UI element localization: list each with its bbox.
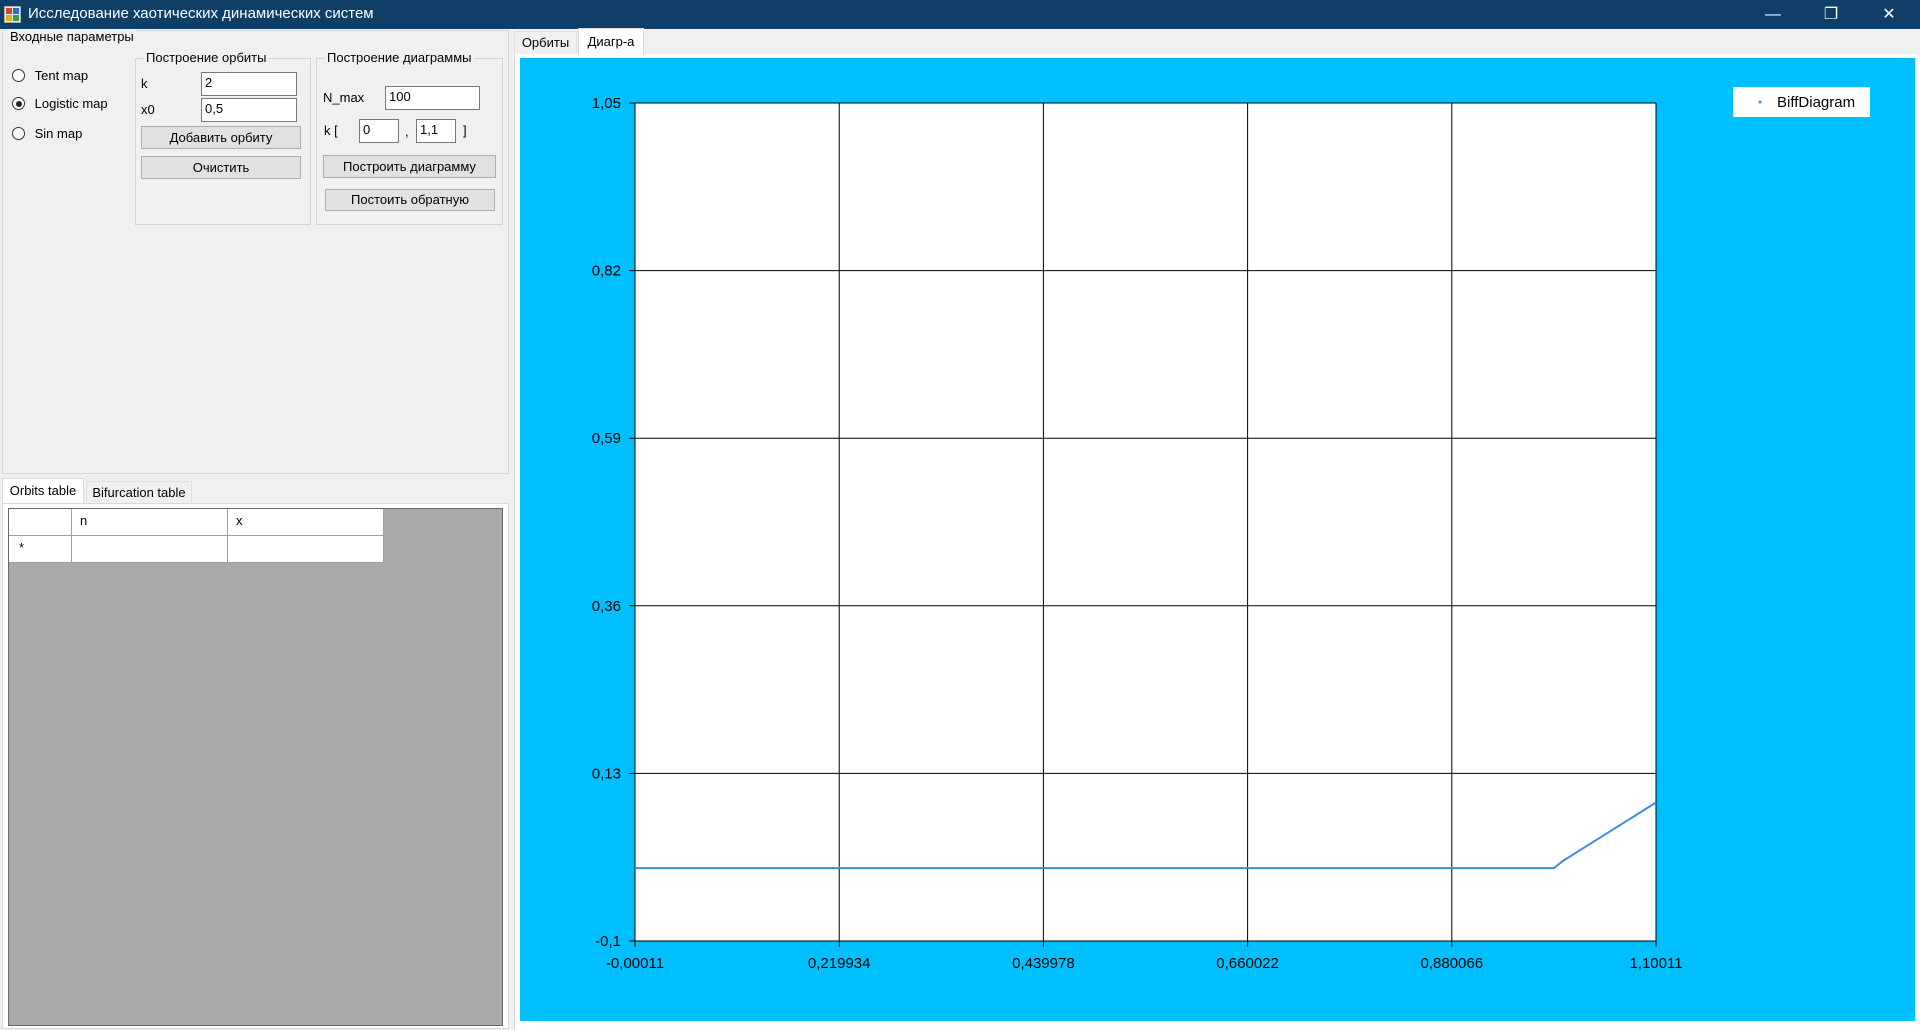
orbit-x0-input[interactable]: 0,5 bbox=[201, 98, 297, 122]
maximize-button[interactable]: ❐ bbox=[1802, 0, 1860, 29]
bifurcation-chart[interactable]: -0,00011 0,219934 0,439978 0,660022 0,880066… bbox=[520, 58, 1915, 1021]
table-cell-n[interactable] bbox=[72, 536, 228, 563]
x-tick-label: -0,00011 bbox=[606, 955, 664, 972]
tab-orbits[interactable]: Орбиты bbox=[514, 31, 577, 54]
legend-marker bbox=[1758, 100, 1762, 104]
nmax-input[interactable]: 100 bbox=[385, 86, 480, 110]
x-tick-label: 0,439978 bbox=[1012, 955, 1075, 972]
k-range-open-label: k [ bbox=[324, 123, 338, 138]
clear-button[interactable]: Очистить bbox=[141, 156, 301, 179]
new-row-marker: * bbox=[9, 536, 72, 563]
radio-label: Sin map bbox=[34, 126, 83, 142]
k-to-input[interactable]: 1,1 bbox=[416, 119, 456, 143]
table-cell-x[interactable] bbox=[228, 536, 384, 563]
k-from-input[interactable]: 0 bbox=[359, 119, 399, 143]
radio-tent-map[interactable]: Tent map bbox=[12, 67, 88, 83]
input-params-legend: Входные параметры bbox=[8, 29, 136, 44]
window-title: Исследование хаотических динамических си… bbox=[28, 5, 374, 22]
diagram-legend: Построение диаграммы bbox=[325, 50, 474, 65]
build-diagram-button[interactable]: Построить диаграмму bbox=[323, 155, 496, 178]
y-tick-label: -0,1 bbox=[595, 933, 621, 950]
orbit-legend: Построение орбиты bbox=[144, 50, 269, 65]
radio-indicator bbox=[12, 97, 25, 111]
y-tick-label: 0,13 bbox=[592, 765, 621, 782]
nmax-label: N_max bbox=[323, 90, 365, 105]
orbit-k-label: k bbox=[141, 76, 148, 91]
close-button[interactable]: ✕ bbox=[1860, 0, 1918, 29]
y-tick-label: 1,05 bbox=[592, 95, 621, 112]
y-tick-label: 0,59 bbox=[592, 430, 621, 447]
tab-bifurcation-table[interactable]: Bifurcation table bbox=[86, 481, 192, 504]
app-icon bbox=[4, 6, 21, 23]
table-header-corner bbox=[9, 509, 72, 536]
k-range-separator: , bbox=[405, 124, 409, 139]
x-tick-label: 0,880066 bbox=[1421, 955, 1484, 972]
radio-indicator bbox=[12, 69, 25, 83]
plot-area bbox=[635, 103, 1656, 941]
radio-sin-map[interactable]: Sin map bbox=[12, 125, 82, 141]
orbits-table[interactable] bbox=[8, 508, 503, 1026]
title-bar: Исследование хаотических динамических си… bbox=[0, 0, 1920, 29]
build-inverse-button[interactable]: Постоить обратную bbox=[325, 189, 495, 211]
table-header-x[interactable]: x bbox=[228, 509, 384, 536]
x-tick-label: 0,219934 bbox=[808, 955, 871, 972]
y-tick-label: 0,36 bbox=[592, 598, 621, 615]
radio-indicator bbox=[12, 127, 25, 141]
tab-diagram[interactable]: Диагр-а bbox=[578, 28, 644, 55]
y-tick-label: 0,82 bbox=[592, 263, 621, 280]
orbit-x0-label: x0 bbox=[141, 102, 155, 117]
radio-logistic-map[interactable]: Logistic map bbox=[12, 95, 108, 111]
legend-label: BiffDiagram bbox=[1777, 94, 1855, 111]
add-orbit-button[interactable]: Добавить орбиту bbox=[141, 126, 301, 149]
radio-label: Logistic map bbox=[34, 96, 108, 112]
table-header-n[interactable]: n bbox=[72, 509, 228, 536]
tab-orbits-table[interactable]: Orbits table bbox=[2, 478, 84, 504]
radio-label: Tent map bbox=[34, 68, 89, 84]
x-tick-label: 1,10011 bbox=[1629, 955, 1682, 972]
orbit-k-input[interactable]: 2 bbox=[201, 72, 297, 96]
k-range-close-label: ] bbox=[463, 123, 467, 138]
x-tick-label: 0,660022 bbox=[1216, 955, 1279, 972]
minimize-button[interactable]: — bbox=[1744, 0, 1802, 29]
